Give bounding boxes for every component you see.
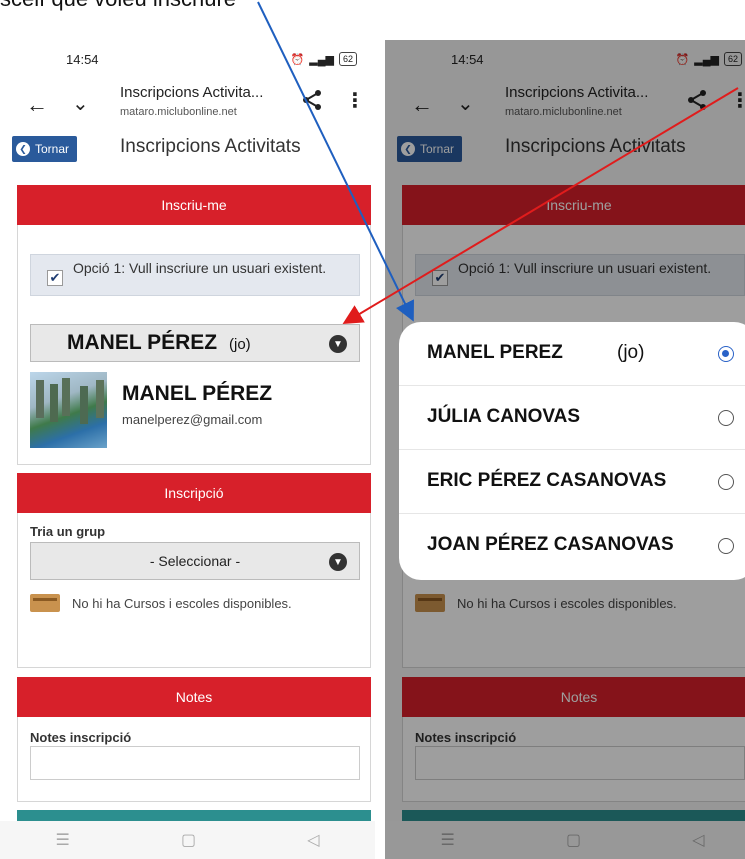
avatar <box>30 372 107 448</box>
empty-box-icon <box>30 594 60 612</box>
group-label: Tria un grup <box>30 524 106 539</box>
app-header: ❮ Tornar Inscripcions Activitats <box>0 132 375 176</box>
card-inscriu-me: Inscriu-me ✔ Opció 1: Vull inscriure un … <box>17 185 371 465</box>
page-title: Inscripcions Activitats <box>120 136 301 157</box>
radio-unselected-icon[interactable] <box>718 410 734 426</box>
card-inscripcio: Inscripció Tria un grup - Seleccionar - … <box>17 473 371 668</box>
card-notes: Notes Notes inscripció <box>17 677 371 802</box>
selected-user-tag: (jo) <box>229 336 251 353</box>
dialog-option-label: JOAN PÉREZ CASANOVAS <box>427 534 674 555</box>
more-vert-icon[interactable]: ⋮ <box>345 88 365 113</box>
user-email: manelperez@gmail.com <box>122 412 263 427</box>
radio-unselected-icon[interactable] <box>718 538 734 554</box>
chevron-down-icon[interactable]: ⌄ <box>72 91 89 116</box>
back-nav-icon[interactable]: ◁ <box>307 830 319 850</box>
radio-selected-icon[interactable] <box>718 346 734 362</box>
dialog-option[interactable]: MANEL PEREZ (jo) <box>399 322 745 386</box>
group-select[interactable]: - Seleccionar - ▼ <box>30 542 360 580</box>
back-arrow-icon[interactable]: ← <box>26 92 48 118</box>
card-header: Inscriu-me <box>17 185 371 225</box>
dialog-option[interactable]: ERIC PÉREZ CASANOVAS <box>399 450 745 514</box>
system-nav-bar: ☰ ▢ ◁ <box>0 821 375 859</box>
tornar-label: Tornar <box>35 142 70 156</box>
dialog-option-label: ERIC PÉREZ CASANOVAS <box>427 470 667 491</box>
dialog-option[interactable]: JOAN PÉREZ CASANOVAS <box>399 514 745 578</box>
user-name: MANEL PÉREZ <box>122 382 273 405</box>
home-nav-icon[interactable]: ▢ <box>181 830 196 850</box>
share-icon[interactable] <box>300 88 324 112</box>
checkbox-checked-icon[interactable]: ✔ <box>47 270 63 286</box>
browser-toolbar: ← ⌄ Inscripcions Activita... mataro.micl… <box>0 80 375 132</box>
tornar-button[interactable]: ❮ Tornar <box>12 136 78 162</box>
dialog-option-tag: (jo) <box>617 342 645 363</box>
user-picker-dialog: MANEL PEREZ (jo) JÚLIA CANOVAS ERIC PÉRE… <box>399 322 745 580</box>
empty-message: No hi ha Cursos i escoles disponibles. <box>30 594 292 612</box>
status-bar: 14:54 ⏰ ▂▄▆ 62 <box>0 40 375 80</box>
option-existing-user[interactable]: ✔ Opció 1: Vull inscriure un usuari exis… <box>30 254 360 296</box>
browser-url: mataro.miclubonline.net <box>120 106 237 118</box>
status-icons: ⏰ ▂▄▆ 62 <box>291 52 357 66</box>
notes-label: Notes inscripció <box>30 730 132 745</box>
radio-unselected-icon[interactable] <box>718 474 734 490</box>
status-time: 14:54 <box>66 52 99 67</box>
option-label: Opció 1: Vull inscriure un usuari existe… <box>73 260 327 276</box>
browser-page-title: Inscripcions Activita... <box>120 84 264 101</box>
chevron-down-circle-icon[interactable]: ▼ <box>329 553 347 571</box>
dialog-option-label: JÚLIA CANOVAS <box>427 406 581 427</box>
selected-user-name: MANEL PÉREZ <box>67 331 218 354</box>
card-header: Inscripció <box>17 473 371 513</box>
battery-icon: 62 <box>338 52 357 66</box>
phone-screen-left: 14:54 ⏰ ▂▄▆ 62 ← ⌄ Inscripcions Activita… <box>0 40 375 859</box>
alarm-icon: ⏰ <box>290 53 305 66</box>
menu-nav-icon[interactable]: ☰ <box>56 830 70 850</box>
user-select[interactable]: MANEL PÉREZ (jo) ▼ <box>30 324 360 362</box>
empty-message-text: No hi ha Cursos i escoles disponibles. <box>72 595 292 611</box>
dialog-option[interactable]: JÚLIA CANOVAS <box>399 386 745 450</box>
chevron-left-icon: ❮ <box>16 142 30 156</box>
group-select-value: - Seleccionar - <box>149 553 241 569</box>
instruction-caption: sceif que voleu inscriure <box>0 0 236 12</box>
dialog-option-label: MANEL PEREZ <box>427 342 563 363</box>
notes-input[interactable] <box>30 746 360 780</box>
signal-icon: ▂▄▆ <box>309 53 334 66</box>
phone-screen-right: 14:54 ⏰ ▂▄▆ 62 ← ⌄ Inscripcions Activita… <box>385 40 745 859</box>
card-header: Notes <box>17 677 371 717</box>
chevron-down-circle-icon[interactable]: ▼ <box>329 335 347 353</box>
